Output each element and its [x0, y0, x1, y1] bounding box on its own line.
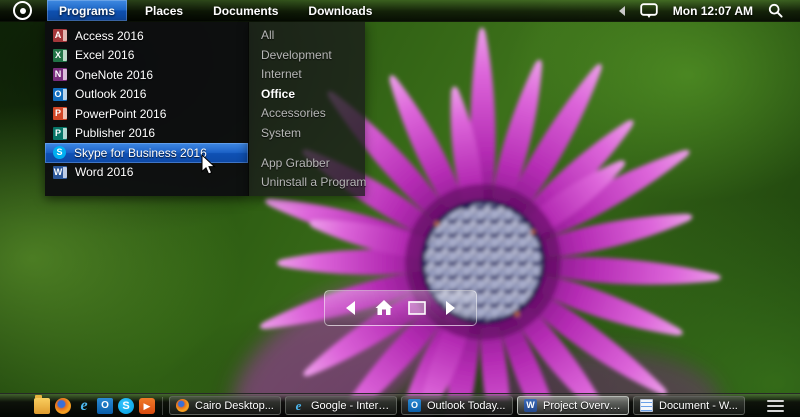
category-list: All Development Internet Office Accessories S…: [249, 26, 365, 144]
program-menu-item[interactable]: P Publisher 2016: [45, 124, 248, 144]
task-button[interactable]: Document - W...: [633, 396, 745, 415]
desktop: Programs Places Documents Downloads Mon 12:…: [0, 0, 800, 417]
collapse-left-arrow-icon[interactable]: [618, 5, 625, 16]
powerpoint-2016-icon: P: [53, 107, 67, 121]
app-icon-page: [63, 69, 67, 81]
program-label: OneNote 2016: [75, 67, 154, 82]
app-icon-letter: N: [54, 69, 62, 80]
app-icon-letter: P: [54, 127, 61, 138]
menubar-item-downloads[interactable]: Downloads: [296, 0, 384, 21]
media-player-icon[interactable]: ▶: [139, 397, 155, 414]
outlook-icon[interactable]: O: [97, 397, 113, 414]
task-button-label: Project Overvie...: [543, 399, 622, 412]
category-item-development[interactable]: Development: [249, 46, 365, 66]
app-icon-page: [63, 127, 67, 139]
word-icon: W: [524, 399, 537, 412]
program-menu-item[interactable]: X Excel 2016: [45, 46, 248, 66]
category-item-office[interactable]: Office: [249, 85, 365, 105]
app-icon-letter: P: [54, 108, 61, 119]
ie-icon: e: [295, 398, 302, 413]
task-button[interactable]: Cairo Desktop...: [169, 396, 281, 415]
category-item-accessories[interactable]: Accessories: [249, 104, 365, 124]
app-icon-letter: X: [54, 49, 61, 60]
app-icon-page: [63, 108, 67, 120]
menu-strip: Programs Places Documents Downloads: [47, 0, 390, 21]
internet-explorer-icon[interactable]: e: [76, 397, 92, 414]
mouse-cursor: [201, 154, 216, 175]
topbar-right: Mon 12:07 AM: [618, 0, 800, 21]
program-menu-item[interactable]: A Access 2016: [45, 26, 248, 46]
task-button[interactable]: e Google - Intern...: [285, 396, 397, 415]
program-menu-item[interactable]: N OneNote 2016: [45, 65, 248, 85]
cairo-logo-icon[interactable]: [13, 1, 32, 20]
wordpad-icon: [640, 399, 653, 412]
quick-launch-area: e O S ▶: [34, 394, 160, 414]
task-button[interactable]: W Project Overvie...: [517, 396, 629, 415]
taskbar: e O S ▶ Cairo Desktop... e Google - Intern...…: [0, 393, 800, 417]
program-label: Outlook 2016: [75, 87, 147, 102]
back-icon[interactable]: [340, 297, 362, 319]
home-icon[interactable]: [373, 297, 395, 319]
task-button-label: Cairo Desktop...: [195, 399, 274, 412]
excel-2016-icon: X: [53, 48, 67, 62]
app-icon-letter: A: [54, 30, 62, 41]
program-menu-item[interactable]: P PowerPoint 2016: [45, 104, 248, 124]
program-label: Publisher 2016: [75, 126, 156, 141]
program-label: Excel 2016: [75, 48, 135, 63]
task-window-area: Cairo Desktop... e Google - Intern... O Outl…: [169, 396, 749, 415]
publisher-2016-icon: P: [53, 126, 67, 140]
firefox-icon: [176, 399, 189, 412]
taskbar-separator: [162, 396, 163, 415]
task-button[interactable]: O Outlook Today...: [401, 396, 513, 415]
menubar-item-documents[interactable]: Documents: [201, 0, 290, 21]
clock[interactable]: Mon 12:07 AM: [673, 4, 753, 18]
categories-panel: All Development Internet Office Accessories S…: [248, 22, 366, 196]
category-item-all[interactable]: All: [249, 26, 365, 46]
skype-for-business-icon: S: [53, 146, 66, 160]
category-action-uninstall-a-program[interactable]: Uninstall a Program: [249, 173, 366, 193]
app-icon-page: [63, 49, 67, 61]
program-menu-item[interactable]: O Outlook 2016: [45, 85, 248, 105]
task-button-label: Google - Intern...: [311, 399, 390, 412]
forward-icon[interactable]: [439, 297, 461, 319]
display-icon[interactable]: [640, 3, 658, 18]
app-icon-letter: O: [54, 88, 62, 99]
menubar-item-places[interactable]: Places: [133, 0, 195, 21]
onenote-2016-icon: N: [53, 68, 67, 82]
app-icon-page: [63, 166, 67, 178]
folder-icon[interactable]: [406, 297, 428, 319]
task-button-label: Outlook Today...: [427, 399, 506, 412]
explorer-folder-icon[interactable]: [34, 394, 50, 414]
category-actions: App Grabber Uninstall a Program: [249, 154, 366, 193]
app-icon-letter: W: [53, 166, 63, 177]
skype-icon[interactable]: S: [118, 397, 134, 414]
outlook-icon: O: [408, 399, 421, 412]
program-label: PowerPoint 2016: [75, 106, 167, 121]
app-icon-page: [63, 30, 67, 42]
app-icon-page: [63, 88, 67, 100]
top-menu-bar: Programs Places Documents Downloads Mon 12:…: [0, 0, 800, 22]
access-2016-icon: A: [53, 29, 67, 43]
desktop-nav-widget: [324, 290, 477, 326]
program-label: Access 2016: [75, 28, 144, 43]
menubar-item-programs[interactable]: Programs: [47, 0, 128, 21]
outlook-2016-icon: O: [53, 87, 67, 101]
program-label: Word 2016: [75, 165, 134, 180]
word-2016-icon: W: [53, 165, 67, 179]
firefox-icon[interactable]: [55, 397, 71, 414]
category-item-system[interactable]: System: [249, 124, 365, 144]
search-icon[interactable]: [768, 3, 783, 18]
program-label: Skype for Business 2016: [74, 145, 207, 160]
app-icon-letter: S: [56, 147, 63, 158]
task-button-label: Document - W...: [659, 399, 738, 412]
hamburger-menu-icon[interactable]: [767, 399, 784, 412]
category-action-app-grabber[interactable]: App Grabber: [249, 154, 365, 174]
category-item-internet[interactable]: Internet: [249, 65, 365, 85]
